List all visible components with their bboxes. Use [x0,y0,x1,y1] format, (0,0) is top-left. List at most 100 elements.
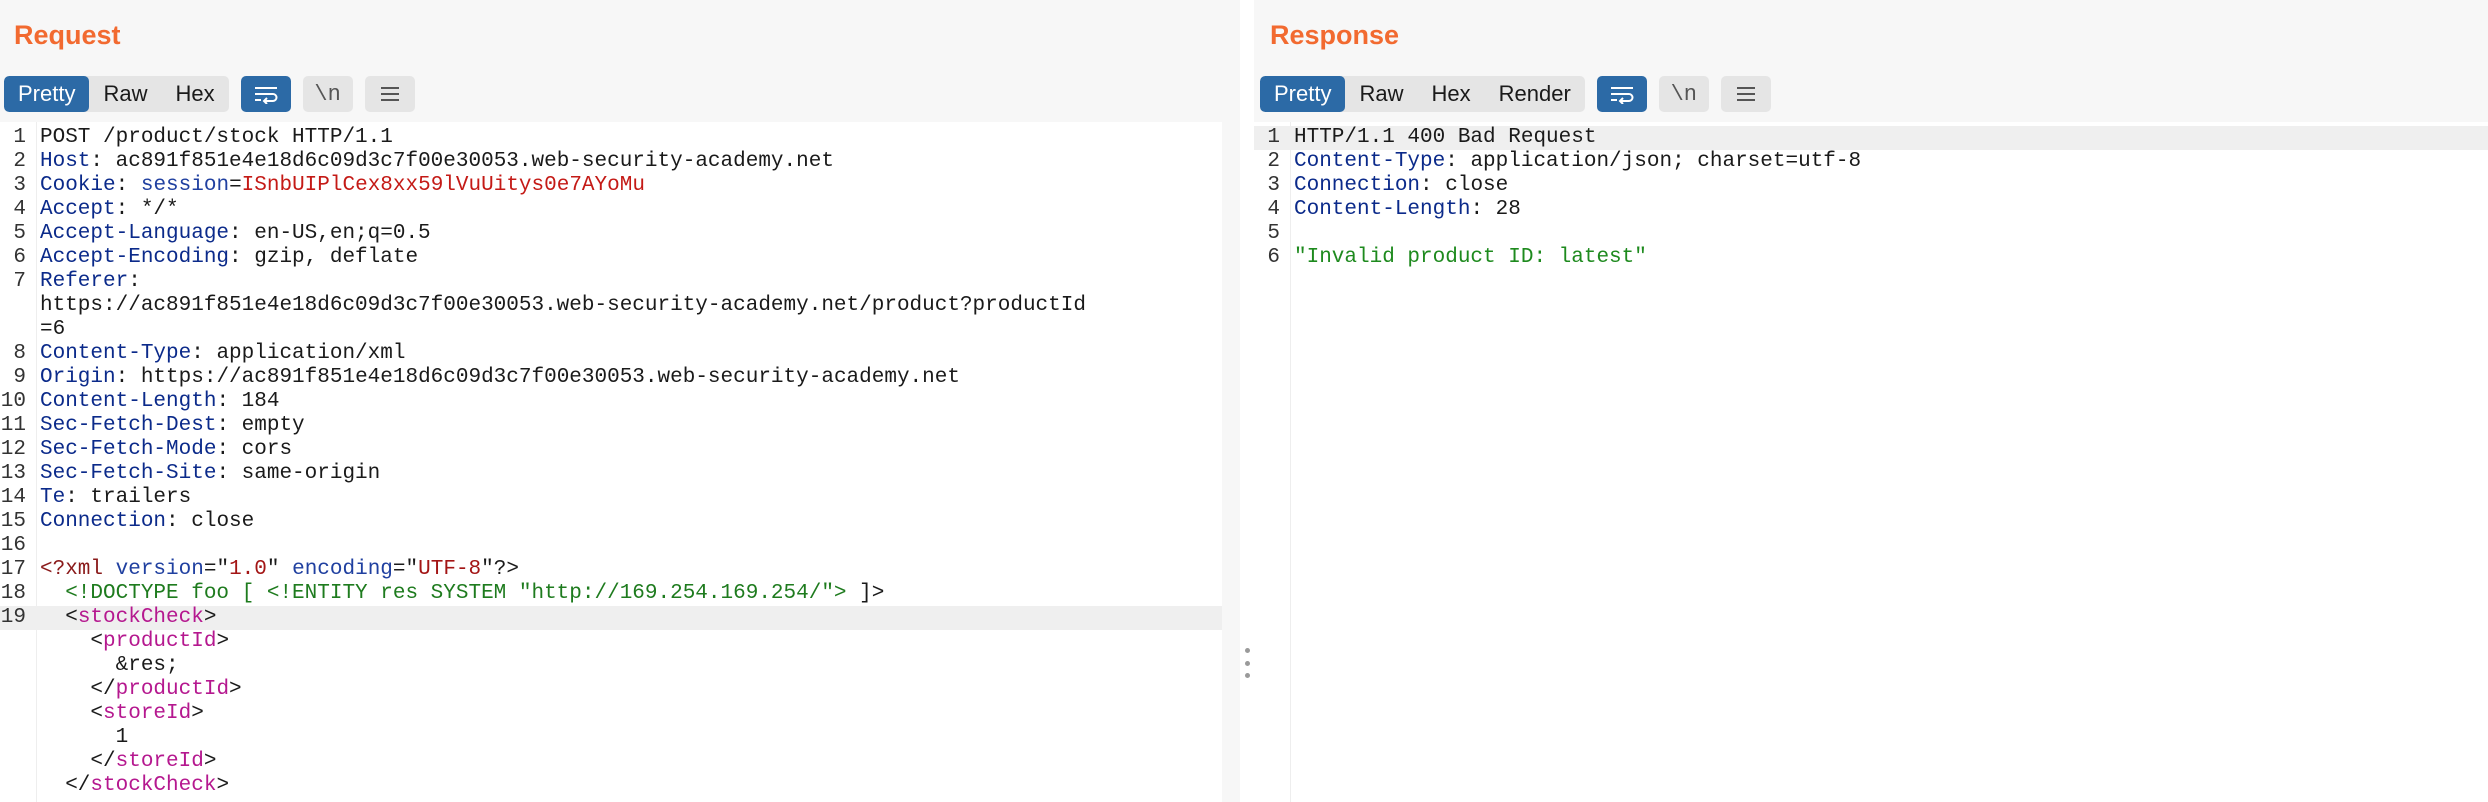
response-code-line: 2 Content-Type: application/json; charset… [1254,150,2488,174]
response-tab-hex[interactable]: Hex [1417,76,1484,112]
request-editor[interactable]: 1 POST /product/stock HTTP/1.1 2 Host: ac89… [0,122,1222,802]
request-code-line: </productId> [0,678,1222,702]
code-token: : close [166,510,255,533]
code-token: < [40,702,104,725]
request-view-tabs: Pretty Raw Hex [4,76,229,112]
response-newline-button[interactable]: \n [1658,76,1709,112]
request-tab-pretty[interactable]: Pretty [4,76,90,112]
line-number: 1 [1267,126,1280,149]
response-tab-raw[interactable]: Raw [1345,76,1417,112]
code-token: =" [203,558,230,581]
code-token: : close [1420,174,1509,197]
request-wrap-button[interactable] [240,76,291,112]
request-code-line: https://ac891f851e4e18d6c09d3c7f00e30053… [0,294,1222,318]
line-code: 1 [40,726,1222,750]
pane-divider[interactable] [1240,0,1254,802]
code-token: <?xml [40,558,116,581]
line-number: 1 [13,126,26,149]
code-token: <!DOCTYPE foo [ <!ENTITY res SYSTEM "htt… [40,582,860,605]
code-token: : 184 [216,390,280,413]
line-number: 3 [1267,174,1280,197]
code-token: session [140,174,230,197]
code-token: Content-Type [1294,150,1446,173]
response-tab-render[interactable]: Render [1485,76,1585,112]
line-code: Cookie: session=ISnbUIPlCex8xx59lVuUitys… [40,174,1222,198]
request-code-line: 18 <!DOCTYPE foo [ <!ENTITY res SYSTEM "… [0,582,1222,606]
request-tab-hex[interactable]: Hex [161,76,228,112]
code-token: : en-US,en;q=0.5 [229,222,431,245]
response-editor[interactable]: 1 HTTP/1.1 400 Bad Request 2 Content-Type: … [1254,122,2488,802]
code-token: Content-Length [40,390,217,413]
code-token: Accept [40,198,116,221]
code-token: Connection [40,510,167,533]
line-number: 19 [0,606,26,629]
request-lines: 1 POST /product/stock HTTP/1.1 2 Host: ac89… [0,126,1222,798]
code-token: =6 [40,318,66,341]
request-code-line: 6 Accept-Encoding: gzip, deflate [0,246,1222,270]
code-token: POST /product/stock HTTP/1.1 [40,126,393,149]
code-token: Referer [40,270,129,293]
request-code-line: 3 Cookie: session=ISnbUIPlCex8xx59lVuUity… [0,174,1222,198]
line-number: 5 [1267,222,1280,245]
line-code: &res; [40,654,1222,678]
code-token: https://ac891f851e4e18d6c09d3c7f00e30053… [40,294,1086,317]
line-number: 18 [0,582,26,605]
code-token: " [266,558,293,581]
line-code: <?xml version="1.0" encoding="UTF-8"?> [40,558,1222,582]
line-code: Sec-Fetch-Site: same-origin [40,462,1222,486]
line-number: 2 [1267,150,1280,173]
request-panel: Request Pretty Raw Hex \n 1 POST /produc… [0,0,1240,802]
code-token: storeId [103,702,192,725]
response-code-line: 3 Connection: close [1254,174,2488,198]
request-code-line: 8 Content-Type: application/xml [0,342,1222,366]
line-code: Referer: [40,270,1222,294]
code-token: Sec-Fetch-Dest [40,414,217,437]
line-number: 15 [0,510,26,533]
response-menu-button[interactable] [1720,76,1771,112]
code-token: </ [40,774,91,797]
line-code: <productId> [40,630,1222,654]
response-code-line: 1 HTTP/1.1 400 Bad Request [1254,126,2488,150]
line-code: https://ac891f851e4e18d6c09d3c7f00e30053… [40,294,1222,318]
code-token: </ [40,750,116,773]
wrap-lines-icon [254,87,278,104]
code-token: ISnbUIPlCex8xx59lVuUitys0e7AYoMu [241,174,645,197]
request-code-line: <storeId> [0,702,1222,726]
line-code: <stockCheck> [40,606,1222,630]
request-menu-button[interactable] [364,76,415,112]
line-code: "Invalid product ID: latest" [1294,246,2488,270]
response-title: Response [1270,20,1400,50]
request-code-line: 7 Referer: [0,270,1222,294]
line-code: <!DOCTYPE foo [ <!ENTITY res SYSTEM "htt… [40,582,1222,606]
response-tab-pretty[interactable]: Pretty [1260,76,1346,112]
response-view-tabs: Pretty Raw Hex Render [1260,76,1585,112]
line-code: Content-Type: application/xml [40,342,1222,366]
line-number: 14 [0,486,26,509]
request-code-line: 14 Te: trailers [0,486,1222,510]
code-token: Content-Type [40,342,192,365]
code-token: : [115,174,141,197]
response-wrap-button[interactable] [1596,76,1647,112]
request-code-line: 2 Host: ac891f851e4e18d6c09d3c7f00e30053.… [0,150,1222,174]
code-token: : empty [216,414,305,437]
request-tab-raw[interactable]: Raw [89,76,161,112]
code-token: stockCheck [77,606,204,629]
line-code: Sec-Fetch-Dest: empty [40,414,1222,438]
code-token: Sec-Fetch-Site [40,462,217,485]
response-code-line: 4 Content-Length: 28 [1254,198,2488,222]
line-code: Content-Length: 28 [1294,198,2488,222]
request-code-line: 1 POST /product/stock HTTP/1.1 [0,126,1222,150]
request-code-line: 15 Connection: close [0,510,1222,534]
response-lines: 1 HTTP/1.1 400 Bad Request 2 Content-Type: … [1254,126,2488,270]
line-number: 7 [13,270,26,293]
line-code: Te: trailers [40,486,1222,510]
code-token: > [216,630,230,653]
code-token: "?> [481,558,519,581]
divider-grip-icon[interactable] [1243,648,1251,678]
request-newline-button[interactable]: \n [302,76,353,112]
line-number: 5 [13,222,26,245]
code-token: Accept-Language [40,222,230,245]
request-code-line: 12 Sec-Fetch-Mode: cors [0,438,1222,462]
code-token: : application/json; charset=utf-8 [1445,150,1862,173]
code-token: > [216,774,230,797]
